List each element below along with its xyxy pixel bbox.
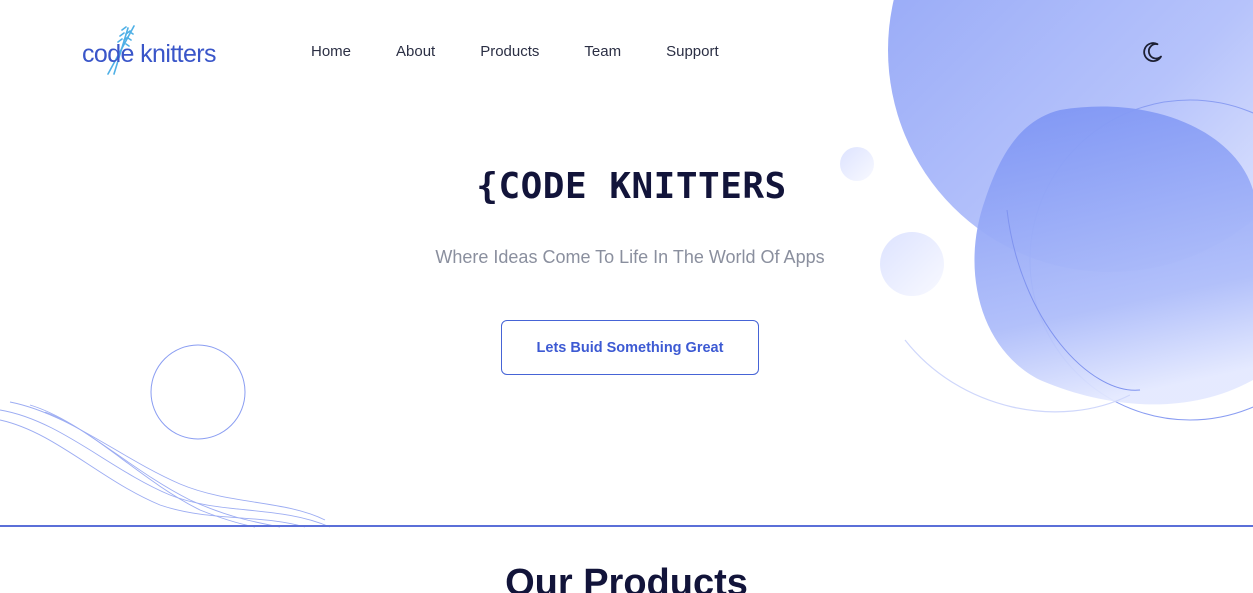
moon-icon bbox=[1143, 42, 1162, 62]
nav-home[interactable]: Home bbox=[311, 42, 351, 62]
arc-line bbox=[1006, 209, 1141, 391]
brand-logo[interactable]: code knitters bbox=[82, 22, 242, 78]
logo-text: code knitters bbox=[82, 40, 217, 68]
hero-subtitle: Where Ideas Come To Life In The World Of… bbox=[435, 247, 825, 267]
section-divider bbox=[0, 525, 1253, 527]
arc-line bbox=[904, 339, 1131, 413]
nav-products[interactable]: Products bbox=[480, 42, 539, 62]
wave-lines bbox=[0, 401, 331, 528]
products-section-title: Our Products bbox=[505, 562, 748, 593]
hero-title: {CODE KNITTERS bbox=[476, 166, 787, 207]
cta-button[interactable]: Lets Buid Something Great bbox=[501, 320, 759, 375]
left-ring bbox=[150, 344, 246, 440]
main-nav: Home About Products Team Support bbox=[311, 42, 764, 62]
page: code knitters Home About Products Team S… bbox=[0, 0, 1253, 593]
nav-support[interactable]: Support bbox=[666, 42, 719, 62]
site-header: code knitters Home About Products Team S… bbox=[0, 0, 1253, 104]
nav-about[interactable]: About bbox=[396, 42, 435, 62]
nav-team[interactable]: Team bbox=[584, 42, 621, 62]
theme-toggle-button[interactable] bbox=[1140, 39, 1166, 65]
